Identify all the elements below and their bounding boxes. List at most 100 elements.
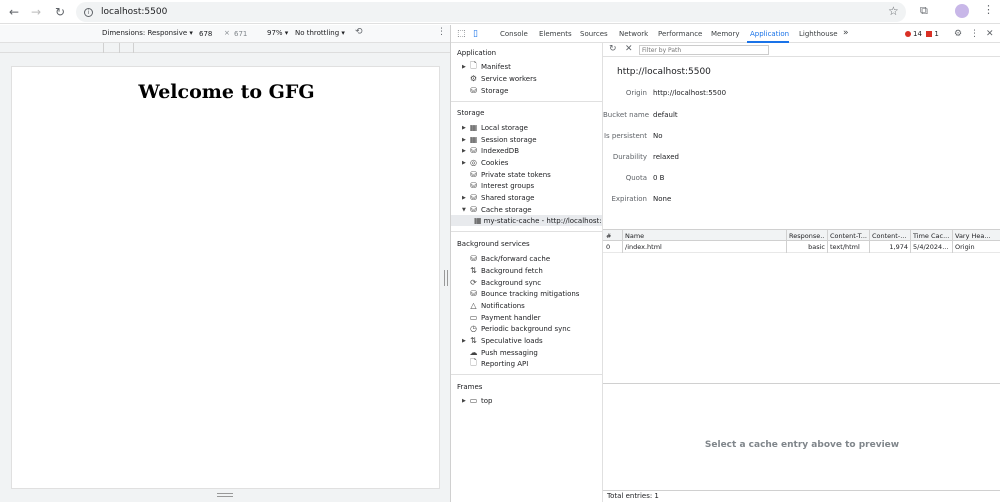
table-row[interactable]: 0 /index.html basic text/html 1,974 5/4/… [603,241,1000,253]
back-arrow-icon[interactable]: ← [3,1,25,23]
filter-path-input[interactable] [639,45,769,55]
column-header-index[interactable]: # [606,232,620,240]
column-header-response-type[interactable]: Response... [789,232,825,240]
tab-network[interactable]: Network [619,30,648,38]
cell-vary-header: Origin [955,243,975,251]
sidebar-item-label: Service workers [481,74,537,83]
bell-icon: △ [470,301,477,310]
page-heading: Welcome to GFG [138,81,315,103]
divider [451,231,602,232]
close-devtools-icon[interactable]: ✕ [986,29,994,39]
sidebar-item-background-sync[interactable]: ⟳ Background sync [468,277,541,288]
viewport-side-resize-handle[interactable] [444,270,448,286]
column-header-content-type[interactable]: Content-T... [830,232,868,240]
inspect-element-icon[interactable]: ⬚ [457,29,466,39]
tab-performance[interactable]: Performance [658,30,702,38]
profile-avatar[interactable] [955,4,969,18]
sidebar-item-storage[interactable]: ⛁ Storage [468,85,508,96]
database-icon: ⛁ [470,193,477,202]
sidebar-item-speculative-loads[interactable]: ▶ ⇅ Speculative loads [462,335,543,346]
tab-application[interactable]: Application [750,30,789,38]
refresh-icon[interactable]: ↻ [609,44,617,54]
document-icon: 🗋 [470,357,477,367]
origin-title: http://localhost:5500 [617,67,711,77]
issue-icon [926,31,933,37]
sidebar-item-payment-handler[interactable]: ▭ Payment handler [468,312,541,323]
total-entries-status: Total entries: 1 [603,490,1000,502]
sync-icon: ⟳ [470,278,477,287]
media-query-bar[interactable] [0,43,450,53]
frame-icon: ▭ [469,396,478,405]
table-grid-icon: ▦ [469,123,478,132]
sidebar-item-cache-entry[interactable]: ▦my-static-cache - http://localhost:5500 [451,215,602,226]
tab-sources[interactable]: Sources [580,30,608,38]
sidebar-item-reporting-api[interactable]: 🗋 Reporting API [468,358,528,369]
field-value: relaxed [653,153,679,161]
sidebar-item-periodic-background-sync[interactable]: ◷ Periodic background sync [468,323,571,334]
delete-entry-icon[interactable]: ✕ [625,44,633,54]
settings-gear-icon[interactable]: ⚙ [954,29,962,39]
sidebar-item-local-storage[interactable]: ▶ ▦ Local storage [462,122,528,133]
sidebar-item-cookies[interactable]: ▶ ◎ Cookies [462,157,508,168]
tab-console[interactable]: Console [500,30,528,38]
viewport-area: Welcome to GFG [0,53,450,502]
forward-arrow-icon[interactable]: → [25,1,47,23]
width-input[interactable]: 678 [196,28,226,40]
tab-lighthouse[interactable]: Lighthouse [799,30,838,38]
sidebar-item-label: Cookies [481,158,509,167]
more-tabs-icon[interactable]: » [843,28,849,38]
sidebar-item-notifications[interactable]: △ Notifications [468,300,524,311]
sidebar-item-bounce-tracking[interactable]: ⛁ Bounce tracking mitigations [468,288,579,299]
error-issue-counter[interactable]: 14 1 [905,30,939,38]
height-input[interactable]: 671 [231,28,261,40]
application-sidebar: Application ▶ 🗋 Manifest ⚙ Service workers … [451,43,603,502]
sidebar-item-indexeddb[interactable]: ▶ ⛁ IndexedDB [462,145,519,156]
dimensions-dropdown[interactable]: Dimensions: Responsive ▾ [102,29,193,37]
reload-icon[interactable]: ↻ [49,1,71,23]
browser-menu-icon[interactable]: ⋮ [983,3,994,16]
column-divider [786,229,787,253]
address-bar[interactable]: i localhost:5500 [76,2,906,22]
tab-elements[interactable]: Elements [539,30,572,38]
database-icon: ⛁ [470,146,477,155]
throttling-dropdown[interactable]: No throttling ▾ [295,29,345,37]
sidebar-item-private-state-tokens[interactable]: ⛁ Private state tokens [468,169,551,180]
devtools-menu-icon[interactable]: ⋮ [970,29,979,39]
column-divider [952,229,953,253]
sidebar-item-back-forward-cache[interactable]: ⛁ Back/forward cache [468,253,550,264]
media-query-segment[interactable] [120,43,134,53]
divider [451,101,602,102]
sidebar-item-background-fetch[interactable]: ⇅ Background fetch [468,265,543,276]
field-value: http://localhost:5500 [653,89,727,97]
rotate-icon[interactable]: ⟲ [355,27,363,37]
sidebar-item-frame-top[interactable]: ▶ ▭ top [462,395,492,406]
sidebar-item-label: Storage [481,86,509,95]
column-header-content-length[interactable]: Content-... [872,232,908,240]
device-options-menu-icon[interactable]: ⋮ [437,27,446,37]
field-key: Quota [625,174,647,182]
error-icon [905,31,911,37]
sidebar-item-cache-storage[interactable]: ▼ ⛁ Cache storage [462,204,532,215]
divider [451,374,602,375]
site-info-icon[interactable]: i [84,7,93,17]
sidebar-item-interest-groups[interactable]: ⛁ Interest groups [468,180,534,191]
viewport-resize-handle[interactable] [217,493,233,497]
card-icon: ▭ [469,313,478,322]
sidebar-item-manifest[interactable]: ▶ 🗋 Manifest [462,61,511,72]
cell-name: /index.html [625,243,662,251]
devtools-tabbar: ⬚ ▯ Console Elements Sources Network Per… [451,25,1000,43]
column-header-vary-header[interactable]: Vary Hea... [955,232,999,240]
tab-memory[interactable]: Memory [711,30,739,38]
device-toggle-icon[interactable]: ▯ [473,29,478,39]
sidebar-item-session-storage[interactable]: ▶ ▦ Session storage [462,134,537,145]
bookmark-star-icon[interactable]: ☆ [888,4,899,18]
column-header-time-cached[interactable]: Time Cac... [913,232,951,240]
clock-icon: ◷ [470,324,477,333]
media-query-segment[interactable] [104,43,120,53]
zoom-dropdown[interactable]: 97% ▾ [267,29,288,37]
sidebar-item-shared-storage[interactable]: ▶ ⛁ Shared storage [462,192,534,203]
extensions-puzzle-icon[interactable]: ⧉ [920,4,928,18]
sidebar-item-service-workers[interactable]: ⚙ Service workers [468,73,537,84]
media-query-segment[interactable] [0,43,104,53]
column-header-name[interactable]: Name [625,232,785,240]
